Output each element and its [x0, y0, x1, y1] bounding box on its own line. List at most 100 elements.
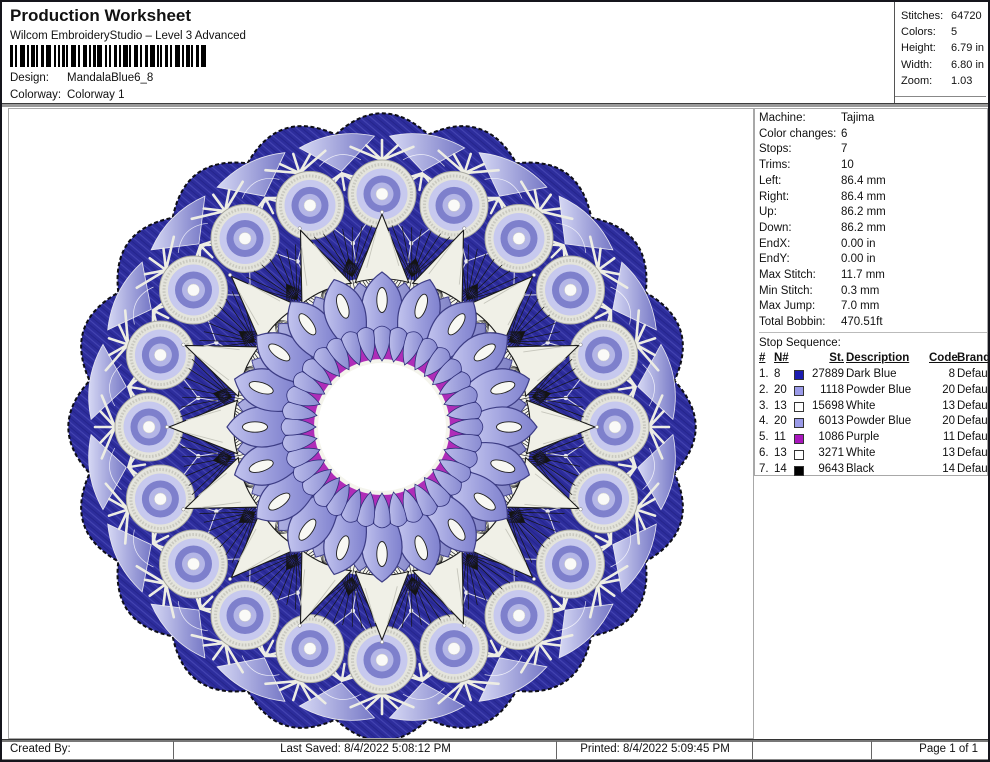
machine-info-panel: Machine:TajimaColor changes:6Stops:7Trim… [754, 108, 988, 476]
last-saved-label: Last Saved: 8/4/2022 5:08:12 PM [175, 743, 556, 755]
stop-column-header: Brand [957, 351, 990, 367]
machine-info-label: Up: [759, 205, 841, 221]
machine-info-row: Down:86.2 mm [759, 221, 987, 237]
stop-code: 13 [929, 446, 957, 462]
stat-value: 1.03 [951, 73, 986, 89]
stat-value: 6.79 in [951, 40, 986, 56]
stop-sequence-row: 2.201118 Powder Blue20 Default [759, 383, 987, 399]
machine-info-row: EndX:0.00 in [759, 237, 987, 253]
footer: Created By: Last Saved: 8/4/2022 5:08:12… [2, 741, 988, 760]
machine-info-row: Left:86.4 mm [759, 174, 987, 190]
app-subtitle: Wilcom EmbroideryStudio – Level 3 Advanc… [10, 30, 246, 42]
machine-info-row: Max Jump:7.0 mm [759, 299, 987, 315]
stat-label: Height: [901, 40, 951, 56]
machine-info-value: 7.0 mm [841, 299, 987, 315]
thread-color-swatch [794, 450, 804, 460]
stat-value: 5 [951, 24, 986, 40]
stop-column-header: # [759, 351, 774, 367]
stat-row: Stitches:64720 [895, 8, 986, 24]
page-number-label: Page 1 of 1 [873, 743, 978, 755]
machine-info-label: Total Bobbin: [759, 315, 841, 331]
machine-info-label: Left: [759, 174, 841, 190]
stop-column-header: Description [846, 351, 929, 367]
design-label: Design: [10, 72, 49, 84]
machine-info-label: Down: [759, 221, 841, 237]
machine-info-label: EndX: [759, 237, 841, 253]
thread-color-swatch [794, 418, 804, 428]
stop-stitches: 1118 [809, 383, 846, 399]
machine-info-value: 86.2 mm [841, 205, 987, 221]
stop-column-header: St. [809, 351, 846, 367]
machine-info-row: Color changes:6 [759, 127, 987, 143]
footer-bottom-line [2, 759, 988, 760]
stop-brand: Default [957, 399, 990, 415]
machine-info-label: Machine: [759, 111, 841, 127]
stop-needle: 11 [774, 430, 794, 446]
footer-divider [556, 741, 557, 760]
machine-info-row: Right:86.4 mm [759, 190, 987, 206]
stop-description: White [846, 446, 929, 462]
header-rule [2, 103, 988, 107]
machine-info-value: Tajima [841, 111, 987, 127]
machine-info-row: Up:86.2 mm [759, 205, 987, 221]
stop-num: 5. [759, 430, 774, 446]
machine-info-label: Right: [759, 190, 841, 206]
colorway-label: Colorway: [10, 89, 61, 101]
stop-stitches: 1086 [809, 430, 846, 446]
machine-info-value: 6 [841, 127, 987, 143]
machine-info-label: Max Jump: [759, 299, 841, 315]
stop-column-header: Code [929, 351, 957, 367]
stat-row: Height:6.79 in [895, 40, 986, 56]
page-title: Production Worksheet [10, 6, 191, 26]
stop-sequence-row: 6.133271 White13 Default [759, 446, 987, 462]
stop-stitches: 9643 [809, 462, 846, 478]
stop-brand: Default [957, 446, 990, 462]
machine-info-label: Color changes: [759, 127, 841, 143]
stop-brand: Default [957, 430, 990, 446]
colorway-value: Colorway 1 [67, 89, 125, 101]
stop-stitches: 27889 [809, 367, 846, 383]
machine-info-label: Max Stitch: [759, 268, 841, 284]
production-worksheet-page: Production Worksheet Wilcom EmbroiderySt… [0, 0, 990, 762]
stop-code: 11 [929, 430, 957, 446]
machine-info-label: Stops: [759, 142, 841, 158]
stat-row: Zoom:1.03 [895, 73, 986, 89]
stop-sequence-row: 4.206013 Powder Blue20 Default [759, 414, 987, 430]
machine-info-row: Trims:10 [759, 158, 987, 174]
thread-color-swatch [794, 370, 804, 380]
stop-sequence-title: Stop Sequence: [759, 332, 987, 351]
stop-sequence-row: 3.1315698 White13 Default [759, 399, 987, 415]
machine-info-value: 86.4 mm [841, 190, 987, 206]
printed-label: Printed: 8/4/2022 5:09:45 PM [558, 743, 752, 755]
thread-color-swatch [794, 386, 804, 396]
stop-description: White [846, 399, 929, 415]
stat-label: Colors: [901, 24, 951, 40]
machine-info-value: 86.2 mm [841, 221, 987, 237]
stop-description: Powder Blue [846, 383, 929, 399]
stop-stitches: 3271 [809, 446, 846, 462]
stop-brand: Default [957, 383, 990, 399]
stop-description: Powder Blue [846, 414, 929, 430]
footer-divider [871, 741, 872, 760]
stop-needle: 8 [774, 367, 794, 383]
thread-color-swatch [794, 434, 804, 444]
stop-description: Purple [846, 430, 929, 446]
stop-num: 1. [759, 367, 774, 383]
stop-brand: Default [957, 462, 990, 478]
machine-info-row: Total Bobbin:470.51ft [759, 315, 987, 331]
footer-divider [173, 741, 174, 760]
stop-sequence-header: #N#St.DescriptionCodeBrand [759, 351, 987, 367]
thread-color-swatch [794, 466, 804, 476]
stop-stitches: 6013 [809, 414, 846, 430]
stop-num: 4. [759, 414, 774, 430]
stats-box: Stitches:64720Colors:5Height:6.79 inWidt… [895, 2, 986, 97]
stop-description: Black [846, 462, 929, 478]
mandala-design [52, 108, 712, 739]
machine-info-value: 10 [841, 158, 987, 174]
stat-label: Stitches: [901, 8, 951, 24]
stop-num: 3. [759, 399, 774, 415]
machine-info-value: 86.4 mm [841, 174, 987, 190]
stat-label: Zoom: [901, 73, 951, 89]
stop-needle: 13 [774, 399, 794, 415]
machine-info-value: 0.00 in [841, 252, 987, 268]
